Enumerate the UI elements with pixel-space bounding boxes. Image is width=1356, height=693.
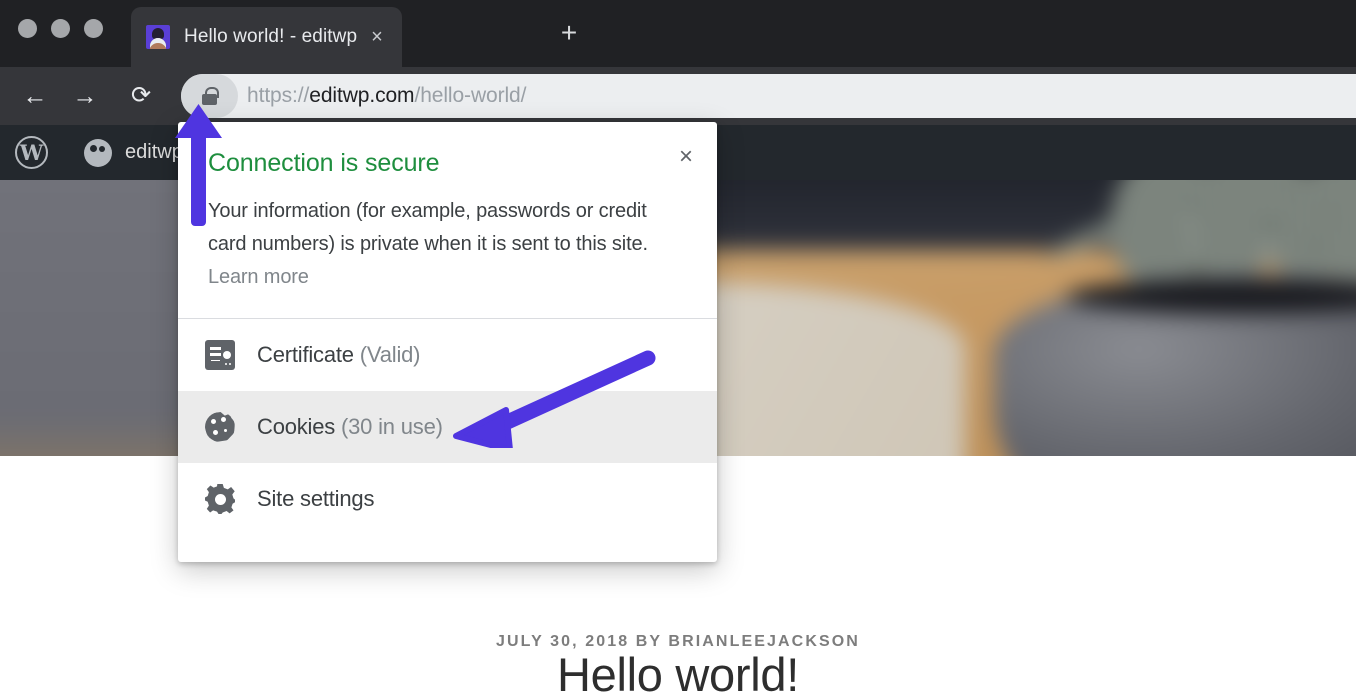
url-path: /hello-world/ (414, 84, 526, 107)
maximize-window-button[interactable] (84, 19, 103, 38)
address-bar[interactable]: https://editwp.com/hello-world/ (181, 74, 1356, 118)
wordpress-logo-icon[interactable]: W (15, 136, 48, 169)
site-settings-label-text: Site settings (257, 486, 374, 511)
certificate-icon (205, 340, 235, 370)
browser-tab[interactable]: Hello world! - editwp × (131, 7, 402, 67)
certificate-label: Certificate (Valid) (257, 342, 420, 368)
certificate-label-text: Certificate (257, 342, 360, 367)
page-title: Hello world! (0, 647, 1356, 693)
tab-title: Hello world! - editwp (184, 26, 357, 48)
site-information-popup: × Connection is secure Your information … (178, 122, 717, 562)
url-host: editwp.com (309, 84, 414, 107)
window-controls[interactable] (18, 19, 103, 38)
url-scheme: https:// (247, 84, 309, 107)
close-icon[interactable]: × (669, 140, 703, 174)
reload-icon[interactable]: ⟳ (126, 81, 156, 111)
url-text: https://editwp.com/hello-world/ (247, 84, 526, 108)
close-window-button[interactable] (18, 19, 37, 38)
cookies-label: Cookies (30 in use) (257, 414, 443, 440)
connection-status-description: Your information (for example, passwords… (208, 195, 683, 294)
cookies-menu-item[interactable]: Cookies (30 in use) (178, 391, 717, 463)
avatar-favicon (146, 25, 170, 49)
forward-icon[interactable]: → (70, 81, 100, 111)
close-tab-icon[interactable]: × (368, 28, 386, 46)
tab-strip: Hello world! - editwp × + (0, 0, 1356, 67)
popup-body-text: Your information (for example, passwords… (208, 200, 648, 255)
site-settings-menu-item[interactable]: Site settings (178, 463, 717, 535)
site-settings-label: Site settings (257, 486, 374, 512)
dashboard-icon[interactable] (84, 139, 112, 167)
certificate-status: (Valid) (360, 342, 421, 367)
new-tab-button[interactable]: + (556, 20, 582, 46)
cookie-icon (205, 412, 235, 442)
learn-more-link[interactable]: Learn more (208, 266, 309, 288)
site-info-button[interactable] (181, 74, 238, 118)
connection-status-title: Connection is secure (208, 149, 683, 178)
back-icon[interactable]: ← (20, 81, 50, 111)
certificate-menu-item[interactable]: Certificate (Valid) (178, 319, 717, 391)
cookies-count: (30 in use) (341, 414, 443, 439)
popup-header: Connection is secure Your information (f… (178, 122, 717, 294)
lock-icon (202, 87, 217, 105)
site-name-label[interactable]: editwp (125, 141, 183, 164)
browser-window: Hello world! - editwp × + ← → ⟳ https://… (0, 0, 1356, 693)
minimize-window-button[interactable] (51, 19, 70, 38)
cookies-label-text: Cookies (257, 414, 341, 439)
gear-icon (205, 484, 235, 514)
popup-menu: Certificate (Valid) Cookies (30 in use) … (178, 319, 717, 535)
